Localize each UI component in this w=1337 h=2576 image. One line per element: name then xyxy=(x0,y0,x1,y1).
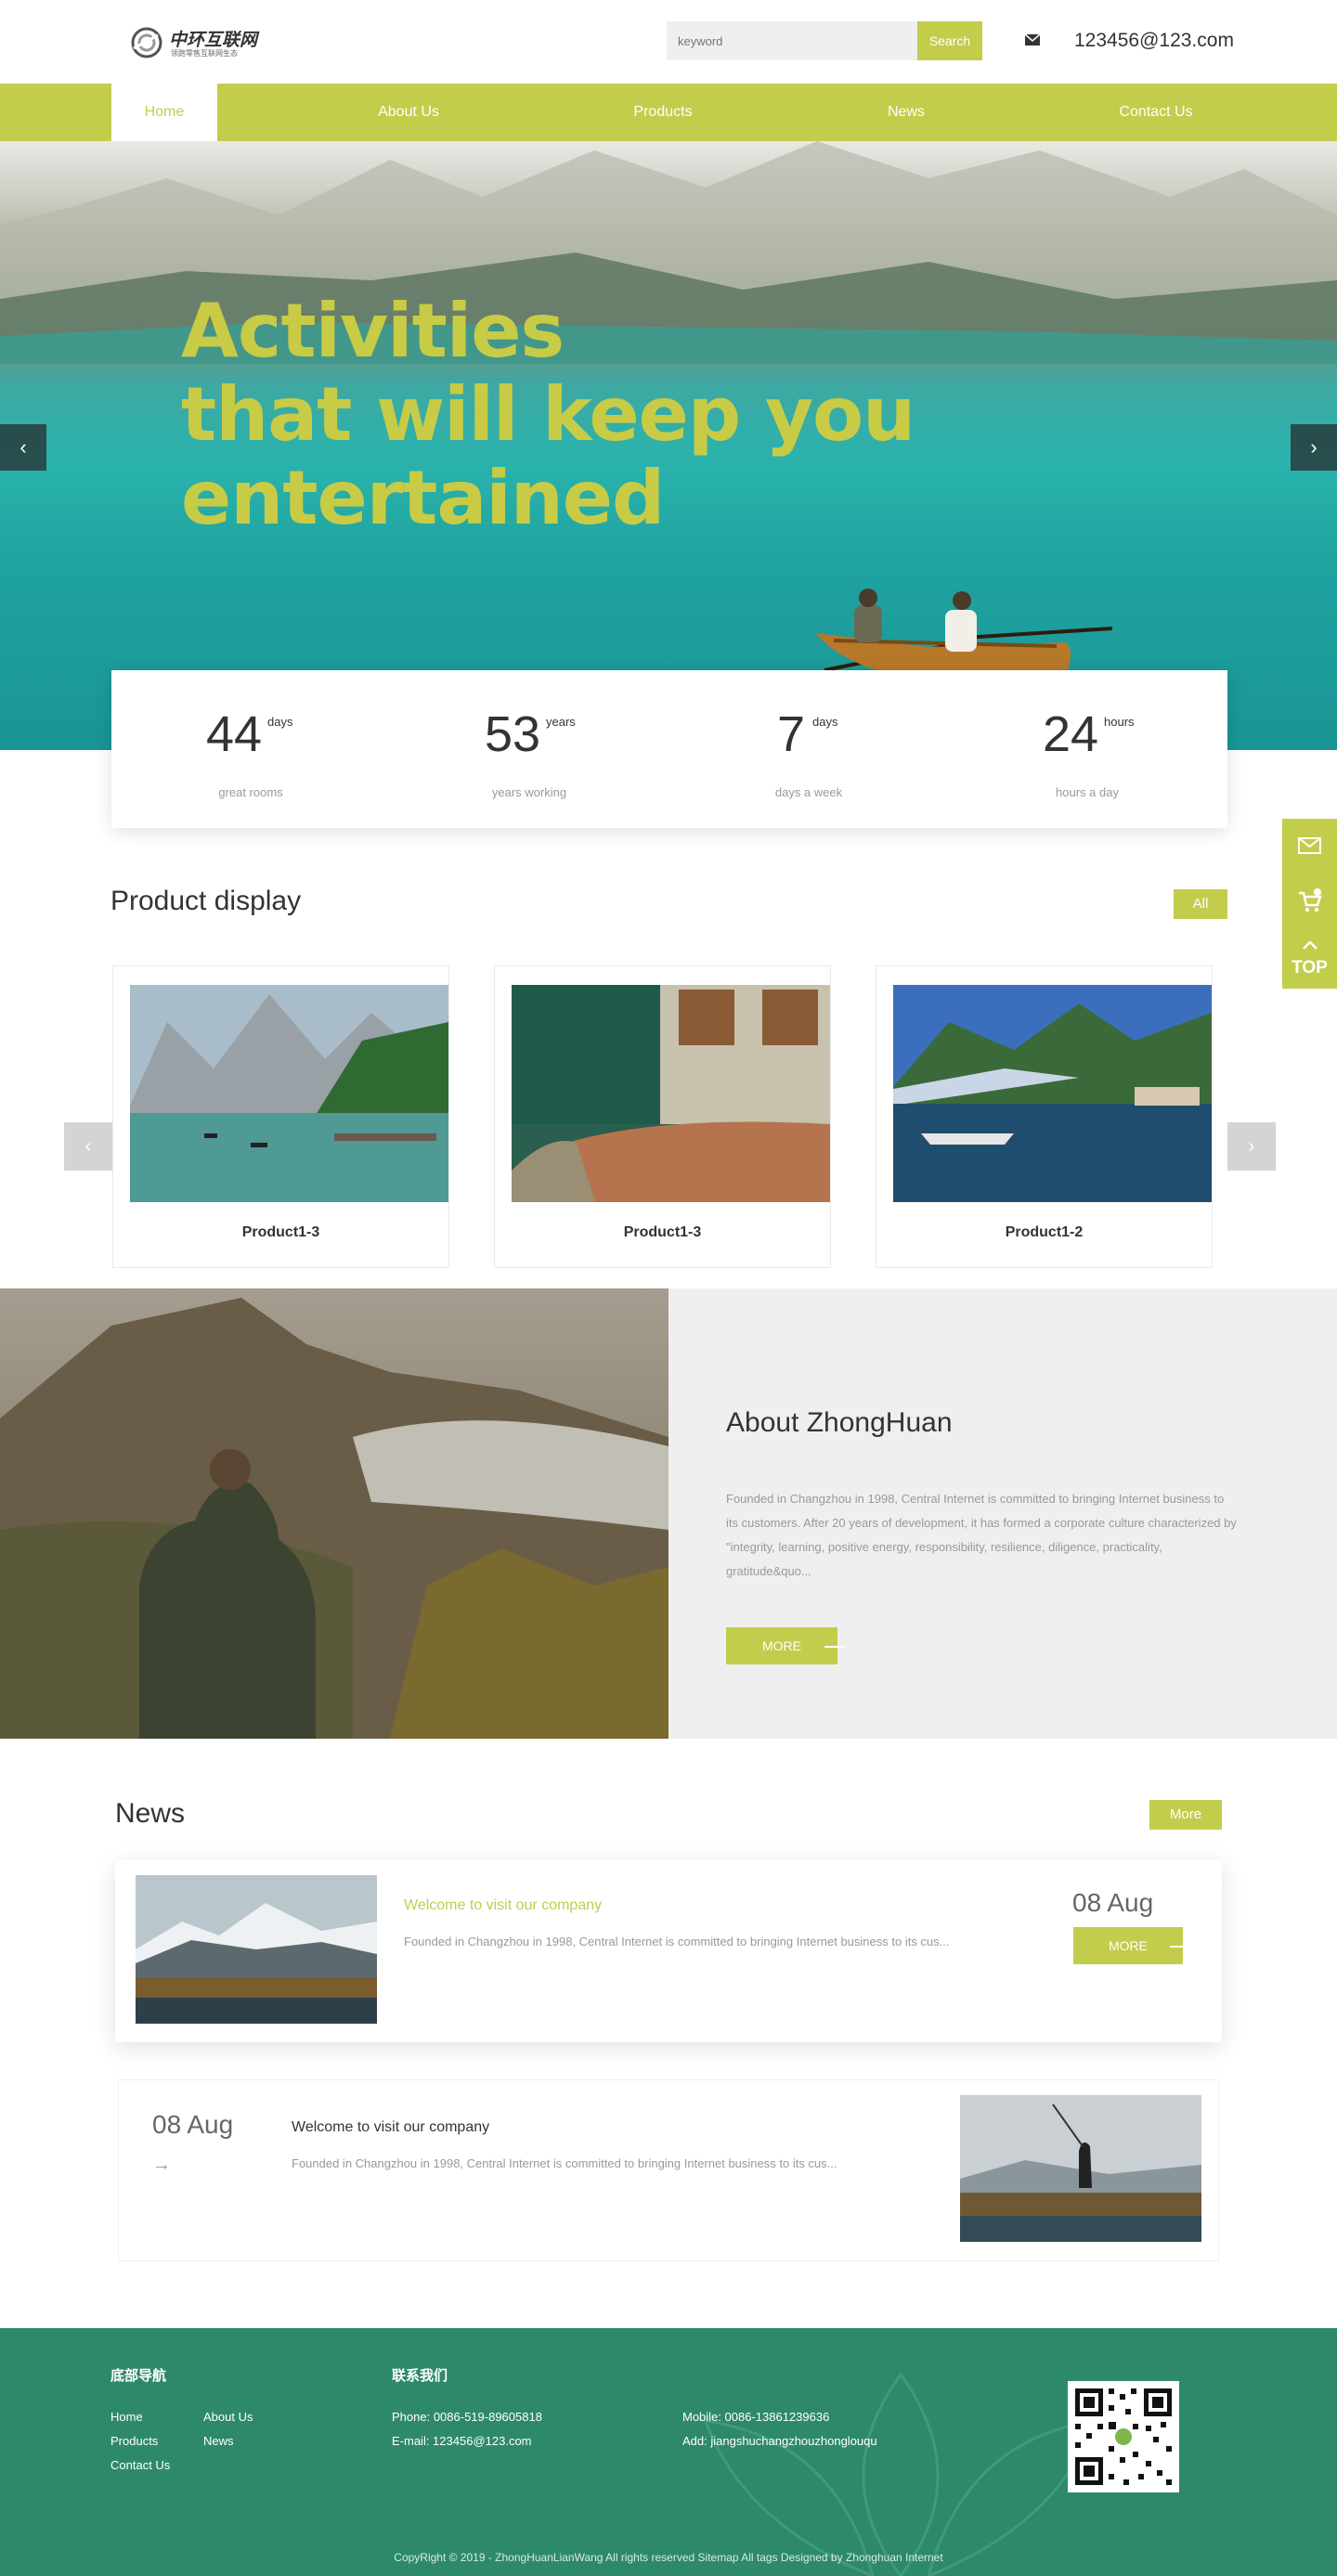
footer-link-products[interactable]: Products xyxy=(110,2434,158,2448)
side-floating-toolbar: TOP xyxy=(1282,819,1337,989)
product-name[interactable]: Product1-3 xyxy=(495,1224,830,1241)
main-nav: Home About Us Products News Contact Us xyxy=(0,84,1337,141)
hero-title-line: Activities xyxy=(181,288,565,374)
stat-number: 53 xyxy=(485,706,541,762)
stats-panel: 44 days great rooms 53 years years worki… xyxy=(111,670,1227,828)
footer-address: Add: jiangshuchangzhouzhonglouqu xyxy=(682,2434,877,2448)
hero-next-button[interactable]: › xyxy=(1291,424,1337,471)
news-image xyxy=(136,1875,377,2024)
footer-link-home[interactable]: Home xyxy=(110,2410,143,2424)
shopping-cart-icon xyxy=(1299,888,1322,913)
hero-title: Activities that will keep you entertaine… xyxy=(181,290,915,540)
footer-leaf-watermark xyxy=(703,2372,1098,2576)
about-more-label: MORE xyxy=(762,1638,801,1653)
stat-unit: days xyxy=(812,715,838,729)
envelope-icon xyxy=(1025,33,1040,45)
stat-item: 53 years years working xyxy=(390,705,668,799)
stat-item: 24 hours hours a day xyxy=(948,705,1227,799)
product-card[interactable]: Product1-3 xyxy=(494,965,831,1268)
stat-unit: hours xyxy=(1104,715,1135,729)
qr-code-image xyxy=(1068,2381,1179,2492)
stat-unit: days xyxy=(267,715,293,729)
logo-subtitle: 领跑零售互联网生态 xyxy=(171,49,238,58)
stat-item: 44 days great rooms xyxy=(111,705,390,799)
product-card[interactable]: Product1-3 xyxy=(112,965,449,1268)
stat-label: days a week xyxy=(774,785,843,799)
products-next-button[interactable]: › xyxy=(1227,1122,1276,1171)
product-image xyxy=(130,985,448,1202)
nav-item-news[interactable]: News xyxy=(832,84,980,141)
stat-number: 24 xyxy=(1043,706,1099,762)
chevron-up-icon xyxy=(1303,940,1318,950)
news-section-title: News xyxy=(115,1798,186,1829)
back-to-top-label: TOP xyxy=(1292,958,1328,977)
news-title[interactable]: Welcome to visit our company xyxy=(404,1897,602,1914)
footer-mobile: Mobile: 0086-13861239636 xyxy=(682,2410,830,2424)
stat-number: 7 xyxy=(777,706,806,762)
news-summary: Founded in Changzhou in 1998, Central In… xyxy=(404,1935,950,1948)
footer-link-news[interactable]: News xyxy=(203,2434,234,2448)
floater-email[interactable] xyxy=(1282,819,1337,874)
search-button[interactable]: Search xyxy=(917,21,982,60)
nav-item-home[interactable]: Home xyxy=(111,84,217,141)
news-more-label: MORE xyxy=(1109,1938,1148,1953)
footer-phone: Phone: 0086-519-89605818 xyxy=(392,2410,542,2424)
product-image xyxy=(512,985,830,1202)
stat-item: 7 days days a week xyxy=(669,705,948,799)
nav-item-about-us[interactable]: About Us xyxy=(334,84,483,141)
footer-contact-heading: 联系我们 xyxy=(392,2367,448,2384)
logo-title: 中环互联网 xyxy=(169,30,258,50)
hero-prev-button[interactable]: ‹ xyxy=(0,424,46,471)
stat-label: great rooms xyxy=(218,785,283,799)
footer-nav-heading: 底部导航 xyxy=(110,2367,167,2384)
product-name[interactable]: Product1-3 xyxy=(113,1224,448,1241)
dash-icon xyxy=(1170,1946,1190,1948)
nav-item-products[interactable]: Products xyxy=(589,84,737,141)
header-email[interactable]: 123456@123.com xyxy=(1074,30,1234,52)
hero-title-line: entertained xyxy=(181,455,665,541)
stat-label: years working xyxy=(491,785,567,799)
news-item[interactable]: Welcome to visit our company Founded in … xyxy=(115,1860,1222,2042)
about-hiker-image xyxy=(0,1288,668,1739)
footer-email[interactable]: E-mail: 123456@123.com xyxy=(392,2434,532,2448)
news-more-button[interactable]: More xyxy=(1149,1800,1222,1830)
hero-banner: Activities that will keep you entertaine… xyxy=(0,141,1337,750)
footer-link-about-us[interactable]: About Us xyxy=(203,2410,253,2424)
stat-unit: years xyxy=(546,715,576,729)
product-card[interactable]: Product1-2 xyxy=(876,965,1213,1268)
floater-back-to-top[interactable]: TOP xyxy=(1282,930,1337,989)
news-image xyxy=(960,2095,1201,2242)
product-section-title: Product display xyxy=(110,886,302,916)
about-more-button[interactable]: MORE xyxy=(726,1627,845,1664)
floater-cart[interactable] xyxy=(1282,874,1337,930)
news-summary: Founded in Changzhou in 1998, Central In… xyxy=(292,2156,837,2170)
footer-copyright: CopyRight © 2019 - ZhongHuanLianWang All… xyxy=(394,2551,943,2564)
product-name[interactable]: Product1-2 xyxy=(876,1224,1212,1241)
dash-icon xyxy=(824,1646,845,1648)
footer-link-contact-us[interactable]: Contact Us xyxy=(110,2458,170,2472)
news-date: 08 Aug xyxy=(1072,1888,1154,1917)
news-title[interactable]: Welcome to visit our company xyxy=(292,2119,489,2136)
search-input[interactable] xyxy=(667,21,917,60)
news-more-link[interactable]: MORE xyxy=(1073,1927,1190,1964)
news-item[interactable]: 08 Aug → Welcome to visit our company Fo… xyxy=(118,2079,1219,2261)
news-date: 08 Aug xyxy=(152,2110,234,2139)
about-text: Founded in Changzhou in 1998, Central In… xyxy=(726,1492,1237,1578)
arrow-right-icon[interactable]: → xyxy=(152,2155,171,2176)
site-footer: 底部导航 Home About Us Products News Contact… xyxy=(0,2328,1337,2576)
envelope-icon xyxy=(1298,837,1321,854)
stat-number: 44 xyxy=(206,706,263,762)
site-logo[interactable]: 中环互联网 领跑零售互联网生态 xyxy=(130,24,269,61)
products-all-button[interactable]: All xyxy=(1174,889,1227,919)
stat-label: hours a day xyxy=(1056,785,1119,799)
product-image xyxy=(893,985,1212,1202)
nav-item-contact-us[interactable]: Contact Us xyxy=(1082,84,1230,141)
about-title: About ZhongHuan xyxy=(726,1407,953,1438)
logo-mark-icon xyxy=(131,27,162,58)
products-prev-button[interactable]: ‹ xyxy=(64,1122,112,1171)
hero-title-line: that will keep you xyxy=(181,371,915,458)
site-header: 中环互联网 领跑零售互联网生态 Search 123456@123.com xyxy=(0,0,1337,84)
